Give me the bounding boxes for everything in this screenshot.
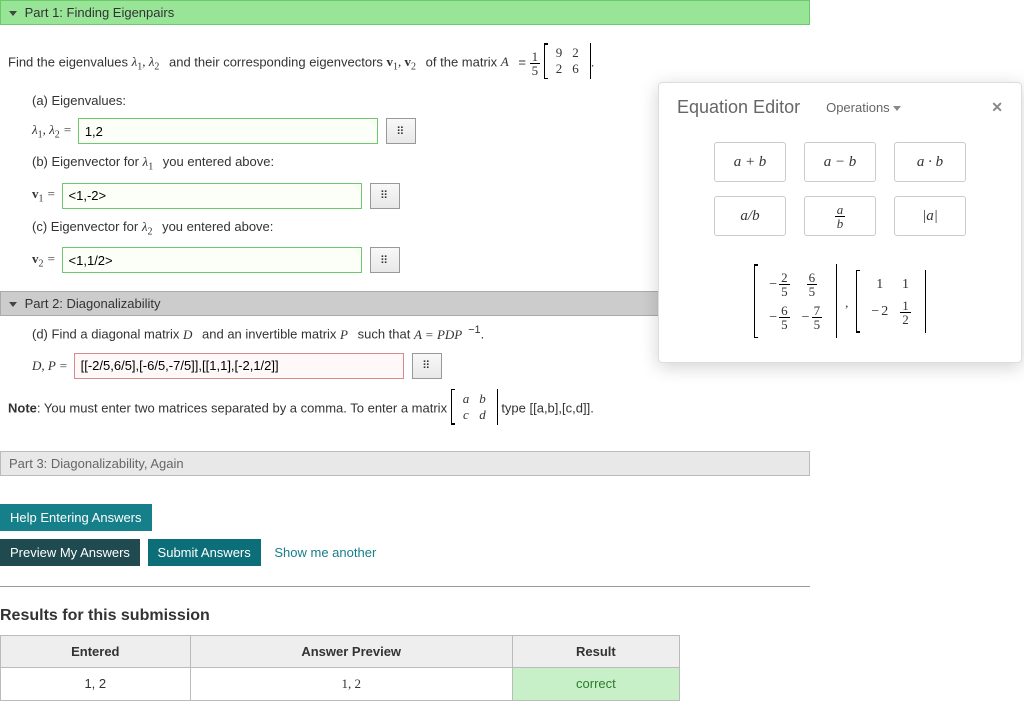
math-editor-button-d[interactable]: ⠿	[412, 353, 442, 379]
eq-title: Equation Editor	[677, 97, 800, 118]
part2-title: Part 2: Diagonalizability	[25, 296, 161, 311]
part3-header[interactable]: Part 3: Diagonalizability, Again	[0, 451, 810, 476]
eq-preview: −25 65 −65 −75 , 11 −212	[677, 264, 1003, 342]
close-icon[interactable]: ✕	[991, 99, 1003, 116]
help-button[interactable]: Help Entering Answers	[0, 504, 152, 531]
eigenvector1-input[interactable]	[62, 183, 362, 209]
caret-icon	[9, 302, 17, 307]
preview-button[interactable]: Preview My Answers	[0, 539, 140, 566]
part1-prompt: Find the eigenvalues λ1, λ2 and their co…	[8, 43, 802, 83]
col-entered: Entered	[1, 635, 191, 667]
op-sub-button[interactable]: a − b	[804, 142, 876, 182]
op-div-button[interactable]: a/b	[714, 196, 786, 236]
col-result: Result	[512, 635, 679, 667]
part3-title: Part 3: Diagonalizability, Again	[9, 456, 184, 471]
chevron-down-icon	[893, 106, 901, 111]
eigenvalues-input[interactable]	[78, 118, 378, 144]
a-lhs: λ1, λ2 =	[32, 122, 72, 141]
results-heading: Results for this submission	[0, 607, 810, 625]
operations-dropdown[interactable]: Operations	[826, 100, 905, 115]
math-editor-button-c[interactable]: ⠿	[370, 247, 400, 273]
c-lhs: v2 =	[32, 251, 56, 270]
submit-button[interactable]: Submit Answers	[148, 539, 261, 566]
part1-title: Part 1: Finding Eigenpairs	[25, 5, 175, 20]
part1-header[interactable]: Part 1: Finding Eigenpairs	[0, 0, 810, 25]
b-lhs: v1 =	[32, 186, 56, 205]
math-editor-button-b[interactable]: ⠿	[370, 183, 400, 209]
op-add-button[interactable]: a + b	[714, 142, 786, 182]
eigenvector2-input[interactable]	[62, 247, 362, 273]
op-abs-button[interactable]: |a|	[894, 196, 966, 236]
table-row: 1, 2 1, 2 correct	[1, 667, 680, 700]
op-frac-button[interactable]: ab	[804, 196, 876, 236]
equation-editor-panel: Equation Editor Operations ✕ a + b a − b…	[658, 82, 1022, 363]
caret-icon	[9, 11, 17, 16]
note-text: Note: You must enter two matrices separa…	[8, 389, 802, 429]
col-preview: Answer Preview	[190, 635, 512, 667]
op-mul-button[interactable]: a · b	[894, 142, 966, 182]
results-table: Entered Answer Preview Result 1, 2 1, 2 …	[0, 635, 680, 701]
show-another-link[interactable]: Show me another	[274, 545, 376, 560]
dp-input[interactable]	[74, 353, 404, 379]
math-editor-button-a[interactable]: ⠿	[386, 118, 416, 144]
d-lhs: D, P =	[32, 358, 68, 374]
